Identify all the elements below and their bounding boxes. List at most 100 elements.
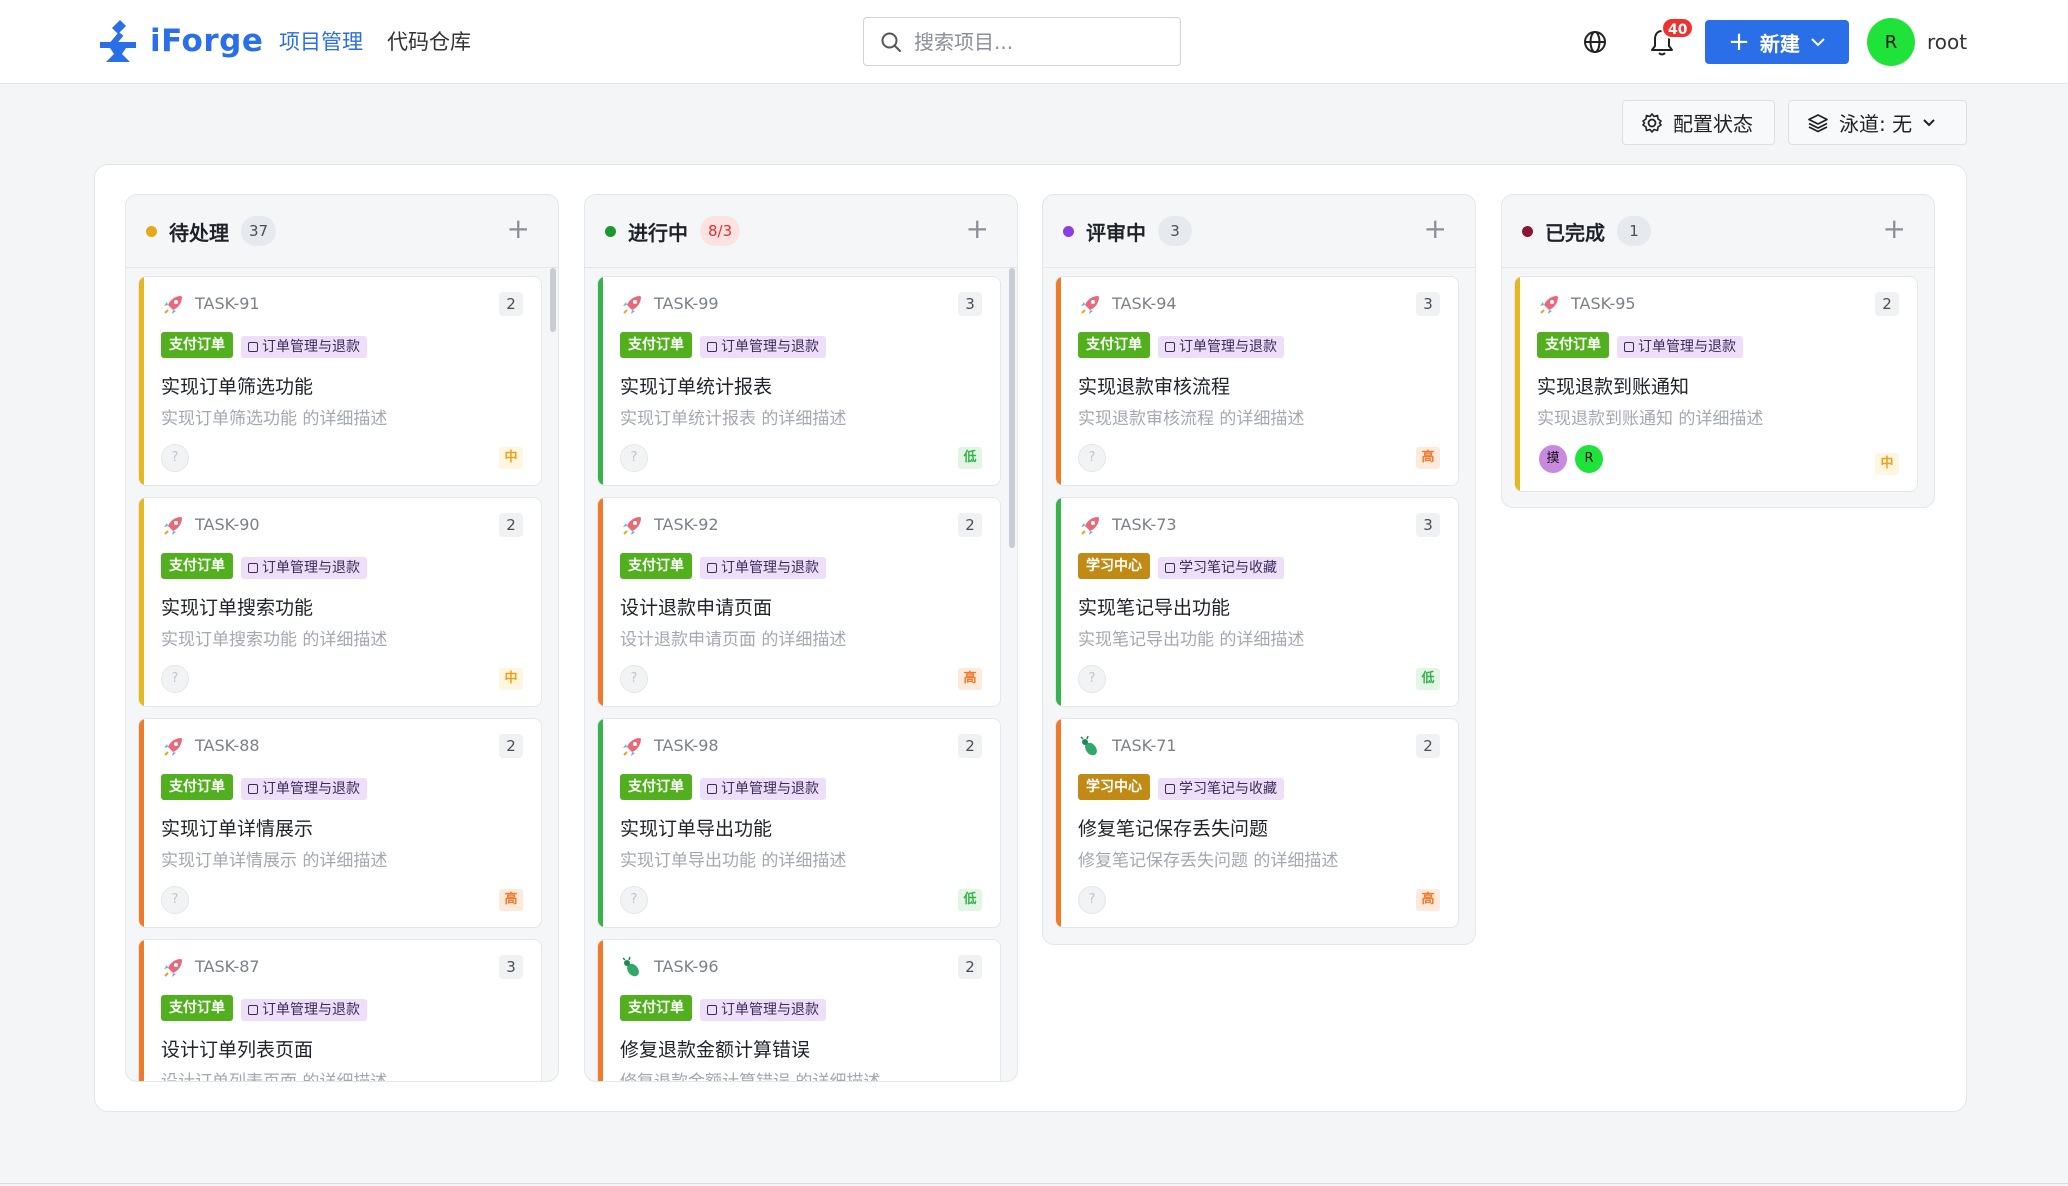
add-card-button[interactable]: + bbox=[1883, 215, 1906, 243]
column-header: 已完成 1 + bbox=[1502, 195, 1934, 267]
task-card[interactable]: TASK-92 2 支付订单 订单管理与退款 设计退款申请页面 设计退款申请页面 的详细描… bbox=[597, 497, 1001, 707]
nav-projects[interactable]: 项目管理 bbox=[279, 26, 363, 56]
task-title: 实现订单导出功能 bbox=[620, 818, 773, 840]
epic-tag: 订单管理与退款 bbox=[241, 557, 367, 579]
column-scrollbar[interactable] bbox=[550, 268, 556, 332]
new-button[interactable]: + 新建 bbox=[1705, 20, 1849, 64]
column-title: 已完成 bbox=[1545, 220, 1605, 245]
assignee-avatar[interactable]: R bbox=[1573, 443, 1605, 475]
task-key[interactable]: TASK-95 bbox=[1571, 294, 1636, 313]
unassigned-avatar[interactable]: ? bbox=[620, 665, 648, 693]
language-globe-icon[interactable] bbox=[1582, 29, 1608, 55]
add-card-button[interactable]: + bbox=[966, 215, 989, 243]
column-card-list[interactable]: TASK-91 2 支付订单 订单管理与退款 实现订单筛选功能 实现订单筛选功能 的详细描… bbox=[126, 267, 558, 1082]
task-key[interactable]: TASK-98 bbox=[654, 736, 719, 755]
user-name[interactable]: root bbox=[1927, 30, 1967, 54]
story-points-badge: 2 bbox=[958, 513, 982, 537]
unassigned-avatar[interactable]: ? bbox=[1078, 886, 1106, 914]
task-card[interactable]: TASK-95 2 支付订单 订单管理与退款 实现退款到账通知 实现退款到账通知 的详细描… bbox=[1514, 276, 1918, 492]
epic-icon bbox=[248, 1005, 258, 1015]
app-logo[interactable]: iForge bbox=[96, 18, 263, 64]
task-key[interactable]: TASK-87 bbox=[195, 957, 260, 976]
story-points-badge: 2 bbox=[499, 513, 523, 537]
task-card[interactable]: TASK-98 2 支付订单 订单管理与退款 实现订单导出功能 实现订单导出功能 的详细描… bbox=[597, 718, 1001, 928]
task-description: 实现订单导出功能 的详细描述 bbox=[620, 851, 847, 871]
project-tag: 支付订单 bbox=[161, 995, 233, 1021]
rocket-icon bbox=[1078, 293, 1102, 317]
unassigned-avatar[interactable]: ? bbox=[161, 886, 189, 914]
task-description: 实现订单筛选功能 的详细描述 bbox=[161, 409, 388, 429]
epic-label: 订单管理与退款 bbox=[721, 1002, 819, 1018]
search-input[interactable] bbox=[914, 29, 1154, 54]
task-card[interactable]: TASK-91 2 支付订单 订单管理与退款 实现订单筛选功能 实现订单筛选功能 的详细描… bbox=[138, 276, 542, 486]
column-header: 待处理 37 + bbox=[126, 195, 558, 267]
priority-badge: 高 bbox=[499, 889, 523, 911]
unassigned-avatar[interactable]: ? bbox=[1078, 665, 1106, 693]
story-points-badge: 2 bbox=[1875, 292, 1899, 316]
rocket-icon bbox=[620, 735, 644, 759]
column-title: 评审中 bbox=[1086, 220, 1146, 245]
task-key[interactable]: TASK-92 bbox=[654, 515, 719, 534]
task-description: 设计订单列表页面 的详细描述 bbox=[161, 1072, 388, 1082]
swimlane-label: 泳道: 无 bbox=[1839, 112, 1913, 136]
task-card[interactable]: TASK-96 2 支付订单 订单管理与退款 修复退款金额计算错误 修复退款金额计算错误 … bbox=[597, 939, 1001, 1082]
task-card[interactable]: TASK-88 2 支付订单 订单管理与退款 实现订单详情展示 实现订单详情展示 的详细描… bbox=[138, 718, 542, 928]
task-description: 实现笔记导出功能 的详细描述 bbox=[1078, 630, 1305, 650]
column-card-list[interactable]: TASK-99 3 支付订单 订单管理与退款 实现订单统计报表 实现订单统计报表 的详细描… bbox=[585, 267, 1017, 1082]
task-key[interactable]: TASK-71 bbox=[1112, 736, 1177, 755]
add-card-button[interactable]: + bbox=[1424, 215, 1447, 243]
column-count-badge: 8/3 bbox=[700, 216, 741, 246]
search-box[interactable] bbox=[863, 17, 1181, 66]
unassigned-avatar[interactable]: ? bbox=[620, 886, 648, 914]
unassigned-avatar[interactable]: ? bbox=[1078, 444, 1106, 472]
epic-label: 订单管理与退款 bbox=[1179, 339, 1277, 355]
column-card-list[interactable]: TASK-94 3 支付订单 订单管理与退款 实现退款审核流程 实现退款审核流程 的详细描… bbox=[1043, 267, 1475, 944]
column-scrollbar[interactable] bbox=[1009, 268, 1015, 548]
task-card[interactable]: TASK-87 3 支付订单 订单管理与退款 设计订单列表页面 设计订单列表页面 的详细描… bbox=[138, 939, 542, 1082]
task-key[interactable]: TASK-90 bbox=[195, 515, 260, 534]
app-name: iForge bbox=[150, 23, 264, 59]
task-key[interactable]: TASK-96 bbox=[654, 957, 719, 976]
epic-icon bbox=[707, 563, 717, 573]
config-status-button[interactable]: 配置状态 bbox=[1622, 100, 1775, 145]
epic-icon bbox=[248, 342, 258, 352]
add-card-button[interactable]: + bbox=[507, 215, 530, 243]
task-description: 设计退款申请页面 的详细描述 bbox=[620, 630, 847, 650]
layers-icon bbox=[1808, 113, 1828, 132]
epic-label: 学习笔记与收藏 bbox=[1179, 560, 1277, 576]
task-title: 实现退款到账通知 bbox=[1537, 376, 1690, 398]
task-title: 设计订单列表页面 bbox=[161, 1039, 314, 1061]
epic-tag: 学习笔记与收藏 bbox=[1158, 778, 1284, 800]
task-key[interactable]: TASK-99 bbox=[654, 294, 719, 313]
task-key[interactable]: TASK-91 bbox=[195, 294, 260, 313]
unassigned-avatar[interactable]: ? bbox=[620, 444, 648, 472]
epic-icon bbox=[1165, 563, 1175, 573]
task-key[interactable]: TASK-94 bbox=[1112, 294, 1177, 313]
task-card[interactable]: TASK-90 2 支付订单 订单管理与退款 实现订单搜索功能 实现订单搜索功能 的详细描… bbox=[138, 497, 542, 707]
plus-icon: + bbox=[1728, 27, 1750, 57]
nav-repos[interactable]: 代码仓库 bbox=[387, 26, 471, 56]
unassigned-avatar[interactable]: ? bbox=[161, 444, 189, 472]
unassigned-avatar[interactable]: ? bbox=[161, 665, 189, 693]
board-column: 评审中 3 + TASK-94 3 支付订单 订单管理与退款 实现退款审核流程 实现退款审核流程… bbox=[1042, 194, 1476, 945]
swimlane-select[interactable]: 泳道: 无 bbox=[1788, 100, 1967, 145]
task-description: 修复退款金额计算错误 的详细描述 bbox=[620, 1072, 881, 1082]
task-description: 实现退款到账通知 的详细描述 bbox=[1537, 409, 1764, 429]
task-key[interactable]: TASK-73 bbox=[1112, 515, 1177, 534]
task-card[interactable]: TASK-73 3 学习中心 学习笔记与收藏 实现笔记导出功能 实现笔记导出功能 的详细描… bbox=[1055, 497, 1459, 707]
epic-icon bbox=[248, 784, 258, 794]
priority-badge: 低 bbox=[1416, 668, 1440, 690]
project-tag: 学习中心 bbox=[1078, 774, 1150, 800]
priority-badge: 高 bbox=[1416, 889, 1440, 911]
task-key[interactable]: TASK-88 bbox=[195, 736, 260, 755]
task-card[interactable]: TASK-99 3 支付订单 订单管理与退款 实现订单统计报表 实现订单统计报表 的详细描… bbox=[597, 276, 1001, 486]
priority-color-bar bbox=[139, 277, 144, 485]
task-card[interactable]: TASK-94 3 支付订单 订单管理与退款 实现退款审核流程 实现退款审核流程 的详细描… bbox=[1055, 276, 1459, 486]
assignee-avatar[interactable]: 摸 bbox=[1537, 443, 1569, 475]
column-status-dot bbox=[1063, 225, 1074, 237]
rocket-icon bbox=[1078, 514, 1102, 538]
user-avatar[interactable]: R bbox=[1867, 18, 1915, 66]
task-card[interactable]: TASK-71 2 学习中心 学习笔记与收藏 修复笔记保存丢失问题 修复笔记保存丢失问题 … bbox=[1055, 718, 1459, 928]
priority-badge: 中 bbox=[1875, 453, 1899, 475]
column-card-list[interactable]: TASK-95 2 支付订单 订单管理与退款 实现退款到账通知 实现退款到账通知 的详细描… bbox=[1502, 267, 1934, 507]
